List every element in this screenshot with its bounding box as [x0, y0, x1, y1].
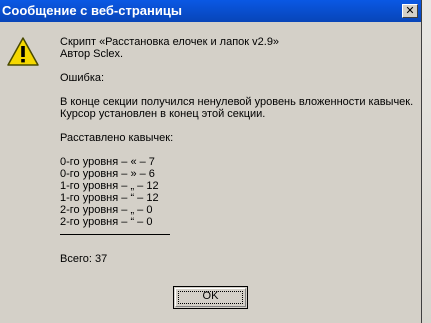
ok-button[interactable]: OK	[173, 286, 248, 309]
cursor-note: Курсор установлен в конец этой секции.	[60, 108, 266, 120]
message-dialog: Сообщение с веб-страницы ✕ Скрипт «Расст…	[0, 0, 422, 323]
dialog-title: Сообщение с веб-страницы	[0, 0, 421, 22]
count-line: 0-го уровня – « – 7	[60, 156, 155, 168]
total-line: Всего: 37	[60, 253, 108, 265]
ok-button-label: OK	[202, 290, 219, 302]
count-line: 2-го уровня – „ – 0	[60, 204, 153, 216]
error-description: В конце секции получился ненулевой урове…	[60, 96, 414, 108]
close-button[interactable]: ✕	[402, 4, 418, 18]
count-line: 1-го уровня – “ – 12	[60, 192, 159, 204]
close-icon: ✕	[405, 4, 415, 17]
divider	[60, 234, 170, 247]
counts-heading: Расставлено кавычек:	[60, 132, 174, 144]
script-name-line: Скрипт «Расстановка елочек и лапок v2.9»	[60, 36, 280, 48]
message-body: Скрипт «Расстановка елочек и лапок v2.9»…	[60, 36, 413, 265]
count-line: 0-го уровня – » – 6	[60, 168, 155, 180]
author-line: Автор Sclex.	[60, 48, 124, 60]
warning-icon	[6, 36, 40, 72]
error-heading: Ошибка:	[60, 72, 105, 84]
count-line: 1-го уровня – „ – 12	[60, 180, 159, 192]
count-line: 2-го уровня – “ – 0	[60, 216, 153, 228]
